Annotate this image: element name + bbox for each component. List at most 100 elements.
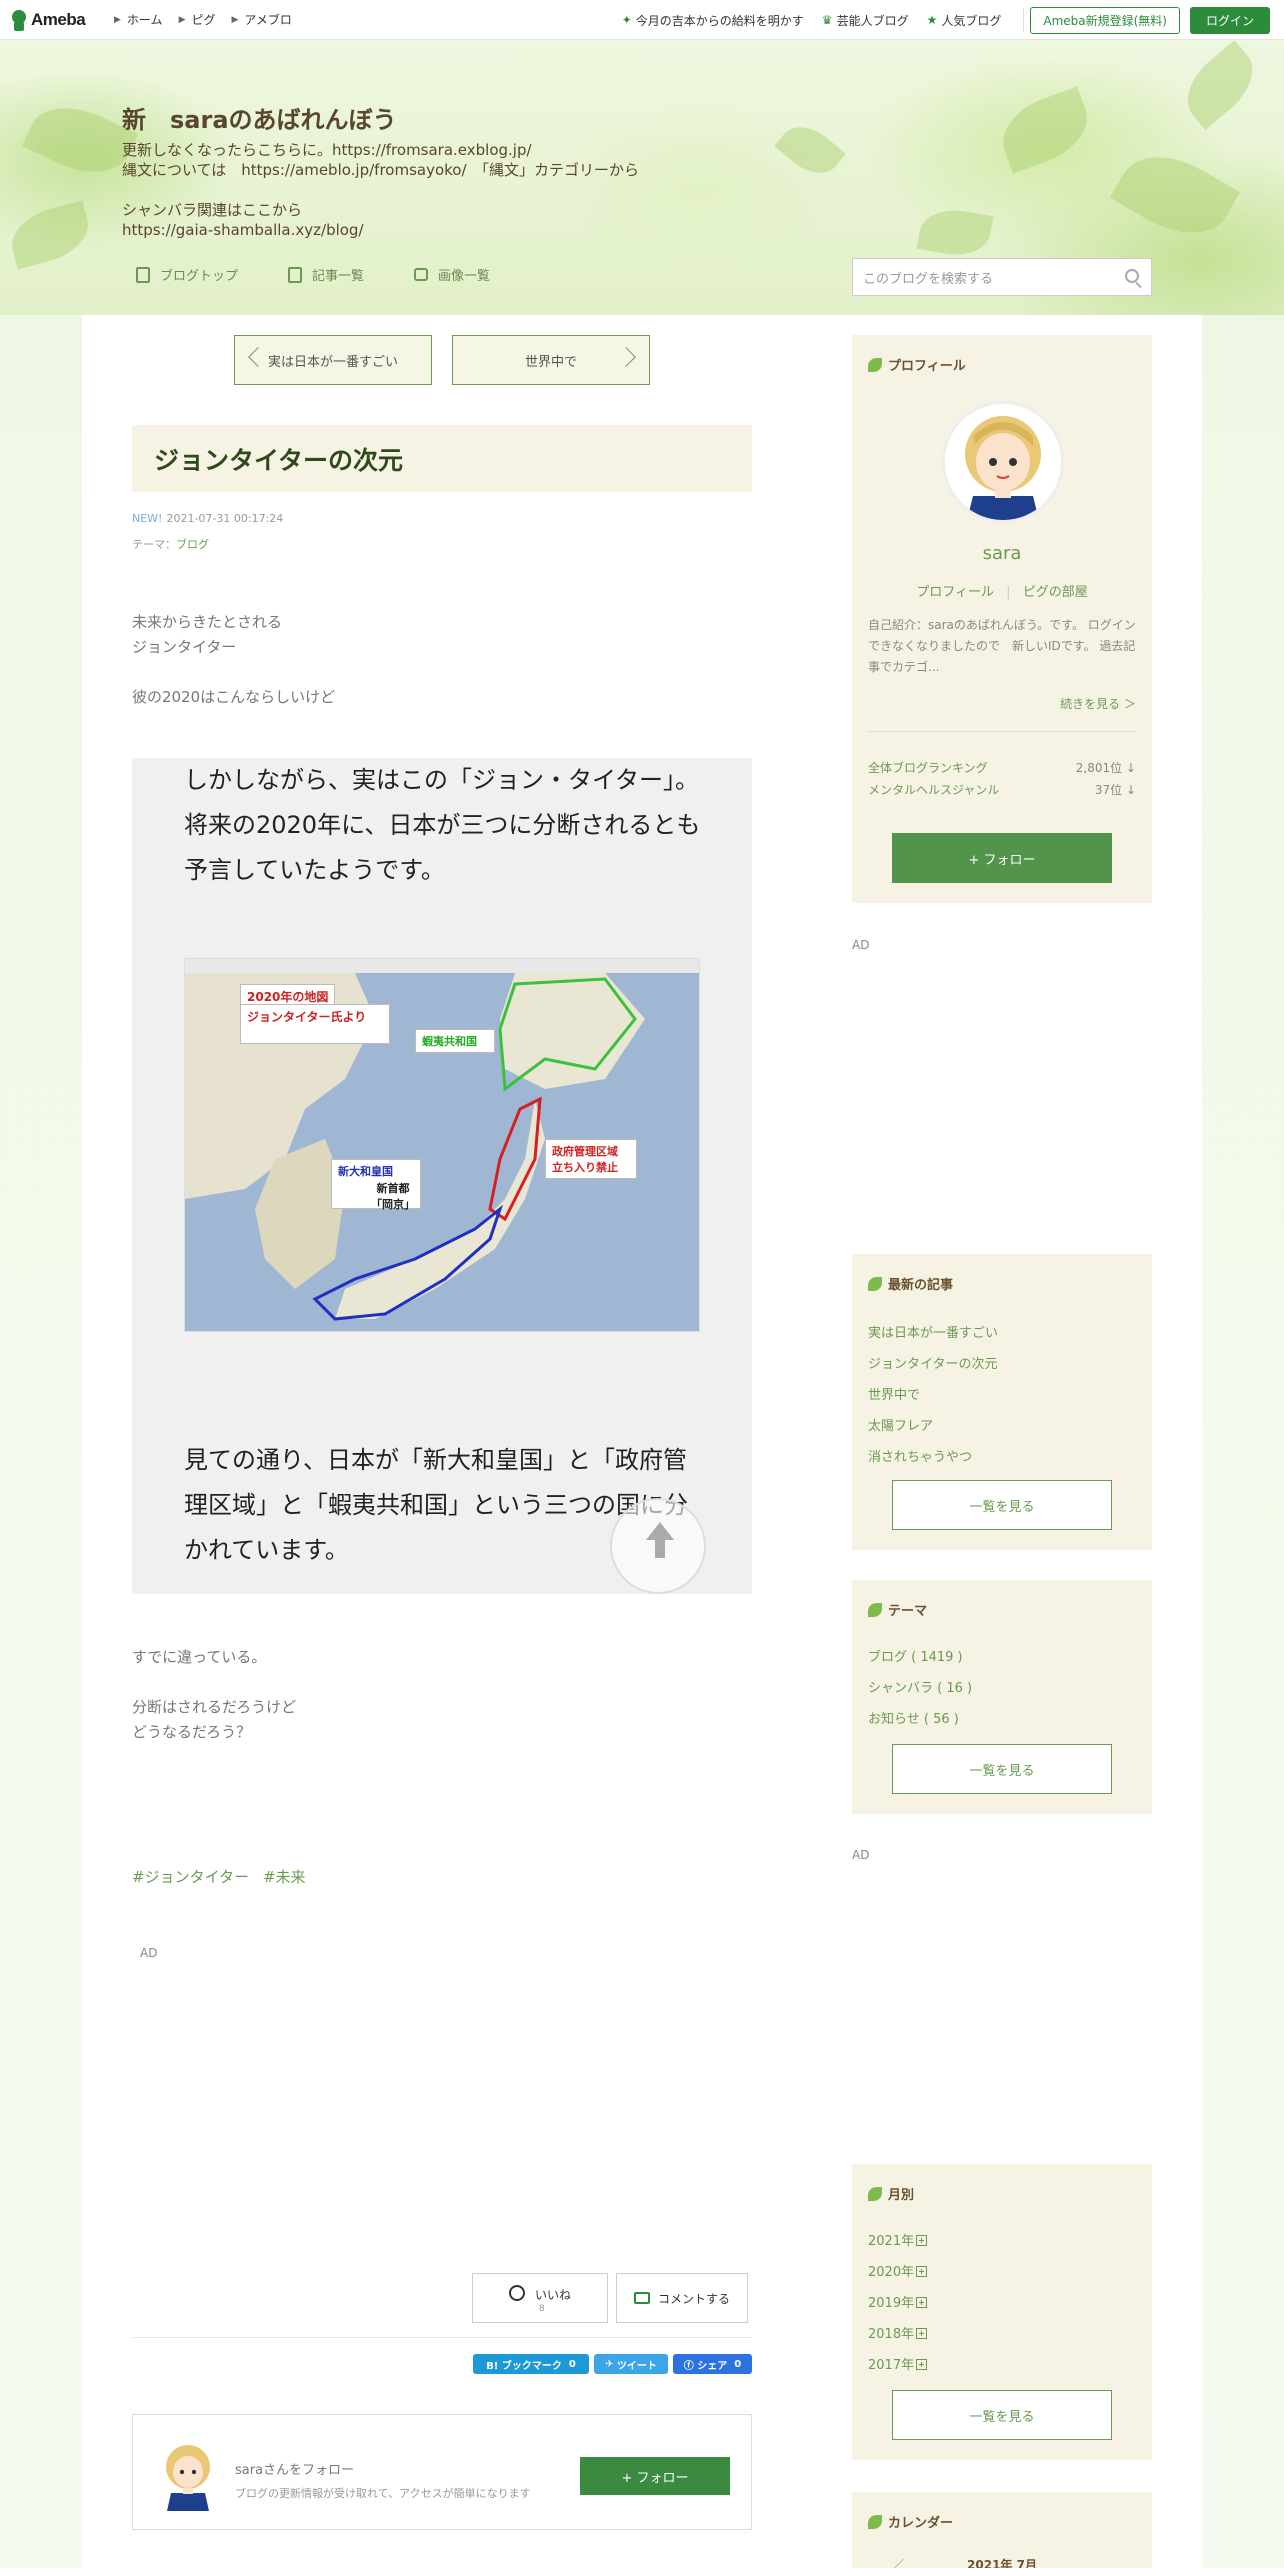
chevron-left-icon (248, 347, 268, 367)
nav-pigg[interactable]: ▶ ピグ (179, 11, 216, 28)
profile-more-link[interactable]: 続きを見る ＞ (1060, 695, 1136, 712)
profile-intro: 自己紹介：saraのあばれんぼう。です。 ログインできなくなりましたので 新しい… (868, 618, 1136, 674)
prev-entry-button[interactable]: 実は日本が一番すごい (234, 335, 432, 385)
nav-ameblo-label: アメブロ (244, 13, 292, 27)
search-icon[interactable] (1125, 269, 1139, 283)
monthly-see-all-button[interactable]: 一覧を見る (892, 2390, 1112, 2440)
leaf-icon (868, 1602, 882, 1617)
profile-name[interactable]: sara (852, 543, 1152, 564)
star-icon: ★ (926, 13, 938, 27)
recent-see-all-button[interactable]: 一覧を見る (892, 1480, 1112, 1530)
theme-link[interactable]: お知らせ ( 56 ) (868, 1708, 959, 1727)
comment-label: コメントする (657, 2291, 730, 2306)
entry-title[interactable]: ジョンタイターの次元 (132, 425, 752, 492)
next-entry-label: 世界中で (524, 354, 577, 370)
recent-entry-link[interactable]: 世界中で (868, 1384, 920, 1403)
entry-paragraph: すでに違っている。 (132, 1648, 267, 1666)
profile-link[interactable]: プロフィール (916, 585, 994, 600)
expand-icon[interactable] (916, 2359, 928, 2370)
recent-entry-link[interactable]: 実は日本が一番すごい (868, 1322, 998, 1341)
recent-entry-link[interactable]: 消されちゃうやつ (868, 1446, 972, 1465)
hashtag-link[interactable]: #未来 (263, 1868, 306, 1886)
pigg-room-link[interactable]: ピグの部屋 (1023, 585, 1088, 600)
nav-ameblo[interactable]: ▶ アメブロ (232, 11, 292, 28)
archive-year-label: 2021年 (868, 2234, 915, 2249)
leaf-icon (868, 1276, 882, 1291)
archive-year-link[interactable]: 2021年 (868, 2230, 928, 2249)
theme-link[interactable]: ブログ (176, 538, 209, 551)
profile-follow-button[interactable]: + フォロー (892, 833, 1112, 883)
nav-home[interactable]: ▶ ホーム (114, 11, 163, 28)
archive-year-link[interactable]: 2020年 (868, 2261, 928, 2280)
chevron-right-icon: ▶ (231, 14, 239, 25)
recent-entry-link[interactable]: ジョンタイターの次元 (868, 1353, 997, 1372)
expand-icon[interactable] (916, 2328, 928, 2339)
expand-icon[interactable] (916, 2235, 928, 2246)
tweet-button[interactable]: ✈ ツイート (594, 2354, 668, 2374)
leaf-icon (868, 357, 882, 372)
ameba-logo-text: Ameba (31, 9, 86, 29)
popular-blog-link[interactable]: ★ 人気ブログ (927, 12, 1002, 29)
promo-link[interactable]: ✦ 今月の吉本からの給料を明かす (622, 12, 804, 29)
celebrity-blog-link[interactable]: ♛ 芸能人ブログ (822, 12, 909, 29)
blog-nav-top[interactable]: ブログトップ (136, 265, 238, 284)
entry-paragraph: 彼の2020はこんならしいけど (132, 688, 336, 706)
follow-button[interactable]: + フォロー (580, 2457, 730, 2495)
archive-year-label: 2017年 (868, 2358, 915, 2373)
theme-see-all-button[interactable]: 一覧を見る (892, 1744, 1112, 1794)
facebook-share-button[interactable]: ⓕ シェア 0 (673, 2354, 752, 2374)
divider: | (1006, 585, 1011, 600)
theme-link[interactable]: シャンバラ ( 16 ) (868, 1677, 972, 1696)
blog-search-input[interactable]: このブログを検索する (852, 258, 1152, 296)
profile-heading: プロフィール (868, 355, 966, 374)
comment-button[interactable]: コメントする (616, 2273, 748, 2323)
tweet-label: ツイート (616, 2360, 657, 2372)
ameba-logo[interactable]: Ameba (10, 8, 98, 32)
scroll-to-top-button[interactable] (610, 1498, 706, 1594)
blog-nav-images[interactable]: 画像一覧 (414, 265, 490, 284)
chevron-right-icon (616, 347, 636, 367)
ranking-overall-label[interactable]: 全体ブログランキング (868, 759, 988, 776)
celebrity-blog-label: 芸能人ブログ (836, 13, 909, 28)
blog-nav-entries[interactable]: 記事一覧 (288, 265, 364, 284)
global-nav: ▶ ホーム ▶ ピグ ▶ アメブロ (98, 11, 292, 28)
next-entry-button[interactable]: 世界中で (452, 335, 650, 385)
promo-link-label: 今月の吉本からの給料を明かす (635, 13, 804, 28)
japan-2020-map-image[interactable]: 2020年の地図 ジョンタイター氏より 蝦夷共和国 政府管理区域 立ち入り禁止 … (184, 958, 700, 1332)
ameba-logo-icon (10, 8, 28, 32)
profile-avatar[interactable] (942, 401, 1064, 523)
new-badge: NEW! (132, 512, 163, 525)
ranking-genre-label[interactable]: メンタルヘルスジャンル (868, 781, 999, 798)
blog-title[interactable]: 新 saraのあばれんぼう (122, 100, 397, 135)
entry-paragraph: 分断はされるだろうけど どうなるだろう？ (132, 1698, 297, 1741)
profile-widget: プロフィール sara プロフィール | ピグの部屋 自己紹介：saraのあばれ… (852, 335, 1152, 903)
calendar-widget: カレンダー ／ 2021年 7月 (852, 2492, 1152, 2568)
facebook-icon: ⓕ (683, 2360, 698, 2372)
archive-year-link[interactable]: 2018年 (868, 2323, 928, 2342)
recent-heading-text: 最新の記事 (888, 1278, 954, 1293)
divider (1023, 8, 1025, 32)
map-label-gov: 政府管理区域 立ち入り禁止 (545, 1139, 637, 1179)
search-placeholder: このブログを検索する (863, 271, 994, 287)
hashtag-link[interactable]: #ジョンタイター (132, 1868, 249, 1886)
nav-home-label: ホーム (126, 13, 163, 27)
calendar-heading-text: カレンダー (888, 2516, 954, 2531)
archive-year-link[interactable]: 2017年 (868, 2354, 928, 2373)
entry-datetime: NEW! 2021-07-31 00:17:24 (132, 512, 283, 525)
expand-icon[interactable] (916, 2266, 928, 2277)
smile-icon (508, 2285, 525, 2301)
like-button[interactable]: いいね 8 (472, 2273, 608, 2323)
blog-nav-entries-label: 記事一覧 (312, 269, 365, 284)
twitter-icon: ✈ (605, 2358, 617, 2370)
hatena-bookmark-button[interactable]: B! ブックマーク 0 (473, 2354, 589, 2374)
camera-icon (414, 268, 429, 281)
login-button[interactable]: ログイン (1189, 6, 1270, 34)
expand-icon[interactable] (916, 2297, 928, 2308)
entry-theme: テーマ：ブログ (132, 536, 209, 552)
theme-link[interactable]: ブログ ( 1419 ) (868, 1646, 963, 1665)
hashtags: #ジョンタイター #未来 (132, 1866, 320, 1887)
register-button[interactable]: Ameba新規登録(無料) (1030, 6, 1180, 34)
archive-year-link[interactable]: 2019年 (868, 2292, 928, 2311)
recent-entry-link[interactable]: 太陽フレア (868, 1415, 933, 1434)
nav-pigg-label: ピグ (191, 13, 216, 27)
